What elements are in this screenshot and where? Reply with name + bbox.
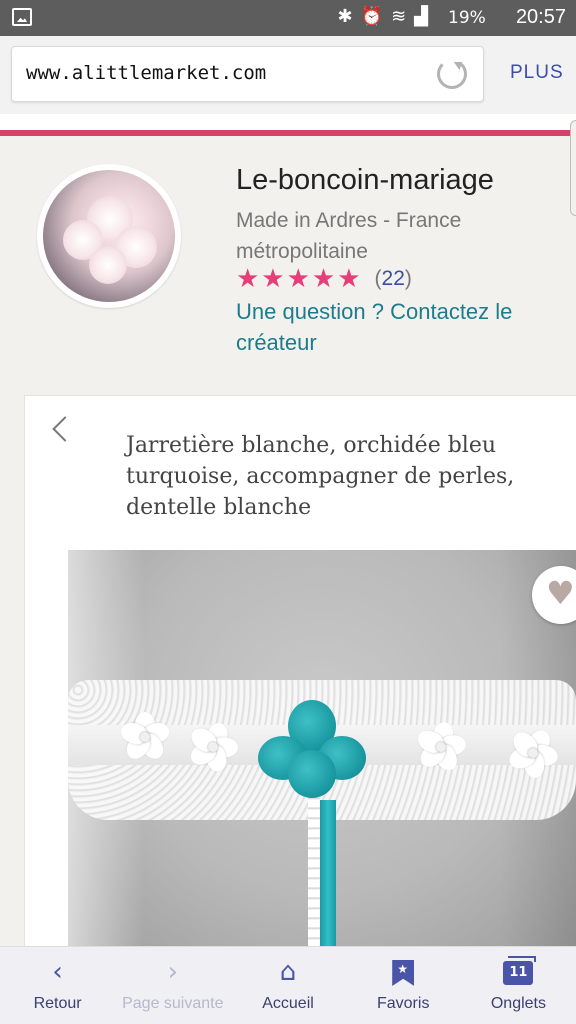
more-button[interactable]: PLUS xyxy=(510,62,564,84)
nav-bookmarks-button[interactable]: Favoris xyxy=(346,947,461,1024)
satin-flower xyxy=(414,720,468,774)
product-title: Jarretière blanche, orchidée bleu turquo… xyxy=(126,433,515,520)
nav-forward-label: Page suivante xyxy=(122,995,224,1012)
address-bar[interactable]: www.alittlemarket.com xyxy=(11,46,484,102)
review-count[interactable]: (22) xyxy=(375,267,412,291)
wifi-icon: ≋ xyxy=(391,6,407,27)
chevron-left-icon: ‹ xyxy=(52,957,63,987)
picture-icon xyxy=(12,8,32,26)
home-icon: ⌂ xyxy=(279,957,297,987)
side-panel-handle[interactable] xyxy=(570,120,576,216)
bluetooth-icon: ✱ xyxy=(337,6,353,27)
nav-tabs-button[interactable]: 11 Onglets xyxy=(461,947,576,1024)
reload-icon[interactable] xyxy=(437,59,467,89)
bookmark-icon xyxy=(392,960,415,986)
satin-flower xyxy=(118,710,172,764)
nav-back-button[interactable]: ‹ Retour xyxy=(0,947,115,1024)
battery-level: 19% xyxy=(448,8,486,28)
rating-stars: ★★★★★ xyxy=(236,264,363,294)
status-icons: ✱ ⏰ ≋ ▟ xyxy=(338,6,428,27)
nav-tabs-label: Onglets xyxy=(490,995,546,1012)
signal-icon: ▟ xyxy=(414,6,428,27)
page-top-strip xyxy=(0,114,576,130)
shop-name[interactable]: Le-boncoin-mariage xyxy=(236,164,494,197)
url-text[interactable]: www.alittlemarket.com xyxy=(26,62,266,84)
turquoise-orchid xyxy=(258,700,368,800)
alarm-icon: ⏰ xyxy=(360,6,384,27)
chevron-right-icon: › xyxy=(167,957,178,987)
review-count-number[interactable]: 22 xyxy=(382,267,405,290)
heart-icon: ♥ xyxy=(546,574,575,612)
contact-creator-link[interactable]: Une question ? Contactez le créateur xyxy=(236,296,566,358)
tabs-icon: 11 xyxy=(503,956,537,985)
nav-back-label: Retour xyxy=(33,995,82,1012)
pearl-string xyxy=(308,790,320,950)
review-close-paren: ) xyxy=(404,267,412,290)
shop-avatar[interactable] xyxy=(37,164,181,308)
browser-toolbar: www.alittlemarket.com PLUS xyxy=(0,36,576,114)
nav-home-label: Accueil xyxy=(262,995,314,1012)
browser-bottom-nav: ‹ Retour › Page suivante ⌂ Accueil Favor… xyxy=(0,946,576,1024)
shop-location: Made in Ardres - France métropolitaine xyxy=(236,209,462,263)
accent-divider xyxy=(0,130,576,136)
turquoise-ribbon xyxy=(320,800,336,950)
product-image[interactable] xyxy=(68,550,576,950)
review-open-paren: ( xyxy=(374,267,382,290)
satin-flower xyxy=(186,720,240,774)
bouquet-image xyxy=(43,170,175,302)
shop-rating: ★★★★★ (22) xyxy=(236,264,412,294)
nav-bookmarks-label: Favoris xyxy=(376,995,430,1012)
clock: 20:57 xyxy=(515,6,566,28)
status-bar: ✱ ⏰ ≋ ▟ 19% 20:57 xyxy=(0,0,576,36)
satin-flower xyxy=(506,726,560,780)
nav-forward-button[interactable]: › Page suivante xyxy=(115,947,230,1024)
nav-home-button[interactable]: ⌂ Accueil xyxy=(230,947,345,1024)
